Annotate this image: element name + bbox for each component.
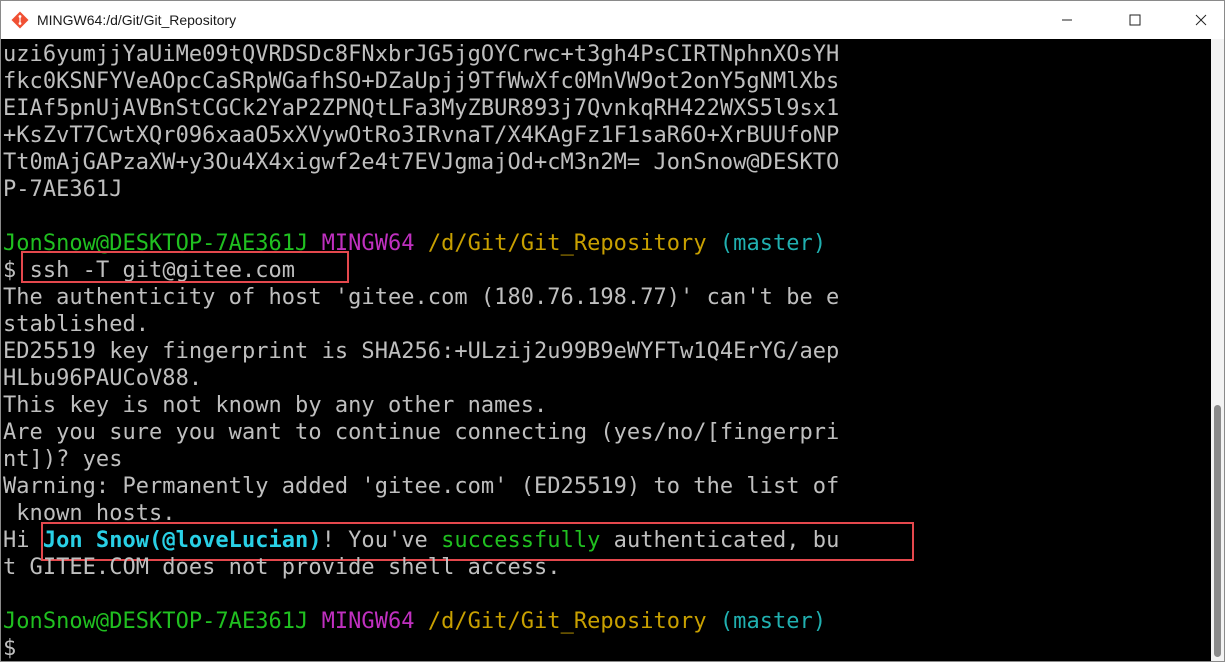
output-line: Are you sure you want to continue connec… (3, 420, 840, 445)
prompt-line: JonSnow@DESKTOP-7AE361J MINGW64 /d/Git/G… (3, 608, 826, 635)
minimize-button[interactable] (1044, 1, 1090, 39)
output-line: nt])? yes (3, 447, 123, 472)
key-line: fkc0KSNFYVeAOpcCaSRpWGafhSO+DZaUpjj9TfWw… (3, 69, 840, 94)
prompt-user: JonSnow@DESKTOP-7AE361J (3, 609, 309, 634)
key-line: uzi6yumjjYaUiMe09tQVRDSDc8FNxbrJG5jgOYCr… (3, 42, 840, 67)
key-line: +KsZvT7CwtXQr096xaaO5xXVywOtRo3IRvnaT/X4… (3, 123, 840, 148)
output-line: stablished. (3, 312, 150, 337)
prompt-branch: (master) (719, 231, 827, 256)
terminal-output[interactable]: uzi6yumjjYaUiMe09tQVRDSDc8FNxbrJG5jgOYCr… (1, 39, 1211, 661)
output-line: This key is not known by any other names… (3, 393, 548, 418)
window-title: MINGW64:/d/Git/Git_Repository (37, 12, 237, 28)
output-line: Warning: Permanently added 'gitee.com' (… (3, 474, 840, 499)
key-line: EIAf5pnUjAVBnStCGCk2YaP2ZPNQtLFa3MyZBUR8… (3, 96, 840, 121)
auth-line-continued: t GITEE.COM does not provide shell acces… (3, 555, 561, 580)
minimize-icon (1062, 19, 1072, 21)
output-line: The authenticity of host 'gitee.com (180… (3, 285, 840, 310)
command-highlight-box (21, 251, 349, 283)
prompt-path: /d/Git/Git_Repository (427, 231, 707, 256)
maximize-button[interactable] (1112, 1, 1158, 39)
close-icon (1195, 14, 1207, 26)
output-line: ED25519 key fingerprint is SHA256:+ULzij… (3, 339, 840, 364)
output-line: HLbu96PAUCoV88. (3, 366, 203, 391)
scrollbar-thumb[interactable] (1214, 405, 1221, 657)
prompt-shell: MINGW64 (321, 609, 415, 634)
prompt-path: /d/Git/Git_Repository (427, 609, 707, 634)
key-line: P-7AE361J (3, 177, 123, 202)
key-line: Tt0mAjGAPzaXW+y3Ou4X4xigwf2e4t7EVJgmajOd… (3, 150, 840, 175)
prompt-branch: (master) (719, 609, 827, 634)
title-bar[interactable]: MINGW64:/d/Git/Git_Repository (1, 1, 1224, 39)
final-prompt[interactable]: $ (3, 635, 16, 661)
command-prefix: $ (3, 258, 17, 283)
terminal-window: MINGW64:/d/Git/Git_Repository uzi6yumjjY… (0, 0, 1225, 662)
close-button[interactable] (1178, 1, 1224, 39)
git-app-icon (11, 11, 29, 29)
vertical-scrollbar[interactable] (1211, 39, 1224, 661)
auth-hi: Hi (3, 528, 43, 553)
maximize-icon (1129, 14, 1141, 26)
